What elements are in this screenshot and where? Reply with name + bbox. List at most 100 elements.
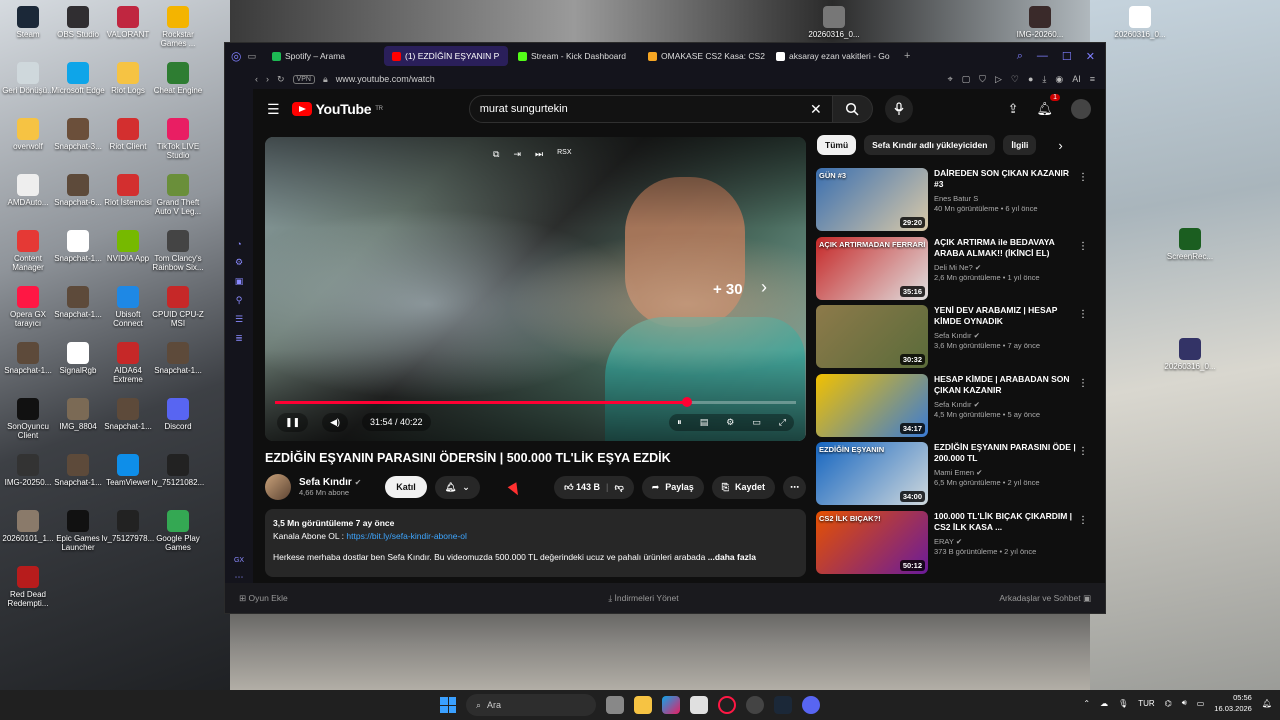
- sidebar-messenger-icon[interactable]: ◔: [236, 239, 241, 249]
- notification-center-icon[interactable]: 🔔︎: [1262, 699, 1272, 708]
- progress-knob[interactable]: [681, 397, 692, 407]
- camera-icon[interactable]: ◉: [1055, 74, 1063, 85]
- profile-icon[interactable]: ●: [1028, 74, 1033, 85]
- account-avatar[interactable]: [1071, 99, 1091, 119]
- desktop-icon[interactable]: CPUID CPU-Z MSI: [150, 286, 206, 328]
- download-icon[interactable]: ⤓: [1042, 74, 1046, 85]
- channel-avatar[interactable]: [265, 474, 291, 500]
- start-button[interactable]: [440, 697, 456, 713]
- search-button[interactable]: [832, 95, 873, 123]
- skip-forward-label[interactable]: + 30: [713, 281, 743, 298]
- desktop-icon[interactable]: IMG_8804: [50, 398, 106, 431]
- downloads-button[interactable]: ⤓ İndirmeleri Yönet: [608, 593, 678, 604]
- recommendation-title[interactable]: YENİ DEV ARABAMIZ | HESAP KİMDE OYNADIK: [934, 305, 1076, 327]
- sidebar-gx-corner-icon[interactable]: ▣: [235, 276, 244, 287]
- desktop-icon[interactable]: Riot Client: [100, 118, 156, 151]
- subscribe-link[interactable]: https://bit.ly/sefa-kindir-abone-ol: [346, 531, 466, 541]
- channel-name[interactable]: Sefa Kındır ✔: [299, 477, 361, 488]
- desktop-icon[interactable]: ScreenRec...: [1162, 228, 1218, 261]
- minimize-button[interactable]: —: [1037, 50, 1048, 63]
- desktop-icon[interactable]: Riot Logs: [100, 62, 156, 95]
- obs-taskbar-icon[interactable]: [746, 696, 764, 714]
- steam-taskbar-icon[interactable]: [774, 696, 792, 714]
- hamburger-menu-icon[interactable]: ☰: [267, 101, 280, 118]
- desktop-icon[interactable]: Cheat Engine: [150, 62, 206, 95]
- more-options-icon[interactable]: ⋮: [1078, 241, 1088, 252]
- more-actions-button[interactable]: ⋯: [783, 475, 806, 499]
- more-options-icon[interactable]: ⋮: [1078, 378, 1088, 389]
- filter-chip[interactable]: İlgili: [1003, 135, 1037, 155]
- opera-gx-logo-icon[interactable]: ◎: [231, 49, 241, 63]
- autoplay-toggle-icon[interactable]: ⏸: [677, 417, 682, 428]
- desktop-icon[interactable]: 20260101_1...: [0, 510, 56, 543]
- sidebar-history-icon[interactable]: ≣: [235, 333, 243, 344]
- like-button[interactable]: 👍︎ 143 B: [564, 482, 600, 493]
- desktop-icon[interactable]: Snapchat-3...: [50, 118, 106, 151]
- search-tabs-icon[interactable]: ⌕: [1017, 50, 1023, 63]
- back-icon[interactable]: ‹: [255, 74, 258, 84]
- desktop-icon[interactable]: Snapchat-1...: [50, 286, 106, 319]
- opera-gx-taskbar-icon[interactable]: [718, 696, 736, 714]
- more-options-icon[interactable]: ⋮: [1078, 309, 1088, 320]
- recommendation-item[interactable]: GÜN #3 29:20 DAİREDEN SON ÇIKAN KAZANIR #3…: [816, 168, 1088, 237]
- desktop-icon[interactable]: IMG-20250...: [0, 454, 56, 487]
- desktop-icon[interactable]: SonOyuncu Client: [0, 398, 56, 440]
- store-icon[interactable]: [690, 696, 708, 714]
- desktop-icon[interactable]: Snapchat-1...: [50, 454, 106, 487]
- menu-icon[interactable]: ≡: [1090, 74, 1095, 85]
- desktop-icon[interactable]: 20260316_0...: [806, 6, 862, 39]
- pin-icon[interactable]: ⌖: [948, 74, 953, 85]
- sidebar-twitch-icon[interactable]: ☰: [235, 314, 243, 325]
- taskbar-search[interactable]: ⌕ Ara: [466, 694, 596, 716]
- desktop-icon[interactable]: SignalRgb: [50, 342, 106, 375]
- recommendation-item[interactable]: 34:17 HESAP KİMDE | ARABADAN SON ÇIKAN KA…: [816, 373, 1088, 443]
- recommendation-title[interactable]: AÇIK ARTIRMA ile BEDAVAYA ARABA ALMAK!! …: [934, 237, 1076, 259]
- friends-chat-button[interactable]: Arkadaşlar ve Sohbet ▣: [999, 593, 1091, 604]
- browser-tab[interactable]: aksaray ezan vakitleri - Go: [768, 46, 896, 66]
- copilot-icon[interactable]: [662, 696, 680, 714]
- sidebar-cleaner-icon[interactable]: ⚲: [236, 295, 243, 306]
- rsx-label[interactable]: RSX: [557, 149, 571, 160]
- language-indicator[interactable]: TUR: [1138, 699, 1154, 708]
- tray-network-icon[interactable]: ⌬: [1165, 699, 1172, 708]
- recommendation-title[interactable]: EZDİĞİN EŞYANIN PARASINI ÖDE | 200.000 T…: [934, 442, 1076, 464]
- subscription-bell-button[interactable]: 🔔︎ ⌄: [434, 475, 480, 499]
- desktop-icon[interactable]: lv_75127978...: [100, 510, 156, 543]
- desktop-icon[interactable]: Steam: [0, 6, 56, 39]
- description-box[interactable]: 3,5 Mn görüntüleme 7 ay önce Kanala Abon…: [265, 509, 806, 577]
- play-icon[interactable]: ▷: [995, 74, 1002, 85]
- chips-next-icon[interactable]: ›: [1058, 138, 1062, 153]
- close-window-button[interactable]: ✕: [1086, 50, 1095, 63]
- desktop-icon[interactable]: Riot İstemcisi: [100, 174, 156, 207]
- save-button[interactable]: ⎘ Kaydet: [711, 475, 775, 499]
- show-more-link[interactable]: ...daha fazla: [708, 552, 756, 562]
- recommendation-channel[interactable]: Mami Emen ✔: [934, 468, 1076, 478]
- forward-icon[interactable]: ›: [266, 74, 269, 84]
- desktop-icon[interactable]: Geri Dönüşü...: [0, 62, 56, 95]
- maximize-button[interactable]: ☐: [1062, 50, 1072, 63]
- fullscreen-icon[interactable]: ⤢: [779, 417, 786, 428]
- desktop-icon[interactable]: Epic Games Launcher: [50, 510, 106, 552]
- recommendation-channel[interactable]: Deli Mi Ne? ✔: [934, 263, 1076, 273]
- desktop-icon[interactable]: VALORANT: [100, 6, 156, 39]
- video-thumbnail[interactable]: 34:17: [816, 373, 928, 437]
- desktop-icon[interactable]: TeamViewer: [100, 454, 156, 487]
- browser-tab[interactable]: Spotify – Arama: [264, 46, 382, 66]
- tray-chevron-icon[interactable]: ⌃: [1083, 699, 1090, 708]
- desktop-icon[interactable]: Snapchat-6...: [50, 174, 106, 207]
- desktop-icon[interactable]: AIDA64 Extreme: [100, 342, 156, 384]
- recommendation-channel[interactable]: Enes Batur S: [934, 194, 1076, 204]
- snapshot-icon[interactable]: ▢: [962, 74, 971, 85]
- pip-icon[interactable]: ⧉: [493, 149, 499, 160]
- upload-icon[interactable]: ⇪: [1008, 101, 1019, 117]
- desktop-icon[interactable]: Grand Theft Auto V Leg...: [150, 174, 206, 216]
- shield-icon[interactable]: ⛉: [979, 74, 986, 85]
- video-player[interactable]: ⧉ ⇥ ⏭ RSX + 30 › ❚❚ ◀︎) 31:54 / 40:22 ⏸ …: [265, 137, 806, 441]
- heart-icon[interactable]: ♡: [1011, 74, 1019, 85]
- desktop-icon[interactable]: TikTok LIVE Studio: [150, 118, 206, 160]
- file-explorer-icon[interactable]: [634, 696, 652, 714]
- desktop-icon[interactable]: Red Dead Redempti...: [0, 566, 56, 608]
- ai-button[interactable]: AI: [1072, 74, 1081, 85]
- voice-search-button[interactable]: [884, 95, 913, 123]
- filter-chip[interactable]: Tümü: [817, 135, 857, 155]
